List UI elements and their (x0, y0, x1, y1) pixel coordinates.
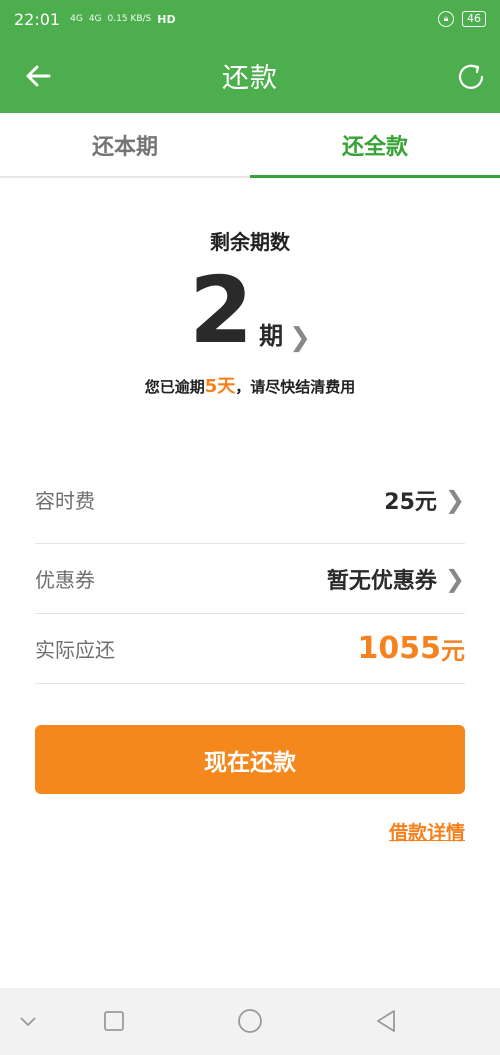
total-amount: 1055 (357, 631, 442, 666)
page-title: 还款 (222, 63, 278, 94)
chevron-right-icon: ❯ (289, 323, 311, 353)
coupon-value-wrap: 暂无优惠券 ❯ (327, 563, 465, 595)
total-unit: 元 (441, 637, 465, 665)
back-triangle-icon[interactable] (374, 1009, 398, 1033)
overdue-days: 5天 (204, 376, 236, 397)
coupon-label: 优惠券 (35, 568, 95, 592)
overdue-prefix: 您已逾期 (144, 378, 205, 396)
coupon-row[interactable]: 优惠券 暂无优惠券 ❯ (35, 544, 465, 614)
pay-now-button[interactable]: 现在还款 (35, 725, 465, 794)
hd-indicator: HD (157, 12, 176, 26)
app-header: 还款 (0, 38, 500, 113)
signal-indicator-2: 4G (88, 14, 102, 24)
payment-details: 容时费 25元 ❯ 优惠券 暂无优惠券 ❯ 实际应还 1055 元 (35, 456, 465, 684)
period-unit: 期 (259, 322, 284, 350)
battery-indicator: 46 (462, 11, 486, 27)
tab-full-payment[interactable]: 还全款 (250, 113, 500, 178)
back-arrow-icon[interactable] (24, 62, 52, 90)
status-bar: 22:01 4G 4G 0.15 KB/S HD 🔒︎ 46 (0, 0, 500, 38)
overdue-suffix: ，请尽快结清费用 (235, 378, 356, 396)
fee-value: 25元 (384, 489, 437, 515)
remaining-periods-link[interactable]: 2 期 ❯ (0, 265, 500, 357)
chevron-down-icon[interactable] (18, 1013, 38, 1029)
home-icon[interactable] (237, 1008, 263, 1034)
coupon-value: 暂无优惠券 (326, 568, 437, 594)
fee-row[interactable]: 容时费 25元 ❯ (35, 456, 465, 544)
total-row: 实际应还 1055 元 (35, 614, 465, 684)
lock-icon: 🔒︎ (438, 11, 454, 27)
total-label: 实际应还 (35, 638, 115, 662)
total-value-wrap: 1055 元 (358, 631, 466, 666)
overdue-notice: 您已逾期5天，请尽快结清费用 (0, 372, 500, 398)
refresh-icon[interactable] (456, 62, 486, 92)
tab-current-period[interactable]: 还本期 (0, 113, 250, 176)
loan-details-link[interactable]: 借款详情 (389, 818, 465, 845)
status-time: 22:01 (14, 9, 61, 29)
fee-value-wrap: 25元 ❯ (384, 484, 465, 516)
recent-apps-icon[interactable] (103, 1010, 125, 1032)
tab-bar: 还本期 还全款 (0, 113, 500, 178)
remaining-periods-label: 剩余期数 (210, 230, 290, 254)
chevron-right-icon: ❯ (444, 564, 465, 593)
fee-label: 容时费 (35, 489, 95, 513)
chevron-right-icon: ❯ (444, 485, 465, 514)
signal-indicator-1: 4G (70, 14, 83, 24)
remaining-periods-value: 2 (189, 257, 254, 364)
network-speed: 0.15 KB/S (107, 14, 152, 24)
system-nav-bar (0, 988, 500, 1055)
